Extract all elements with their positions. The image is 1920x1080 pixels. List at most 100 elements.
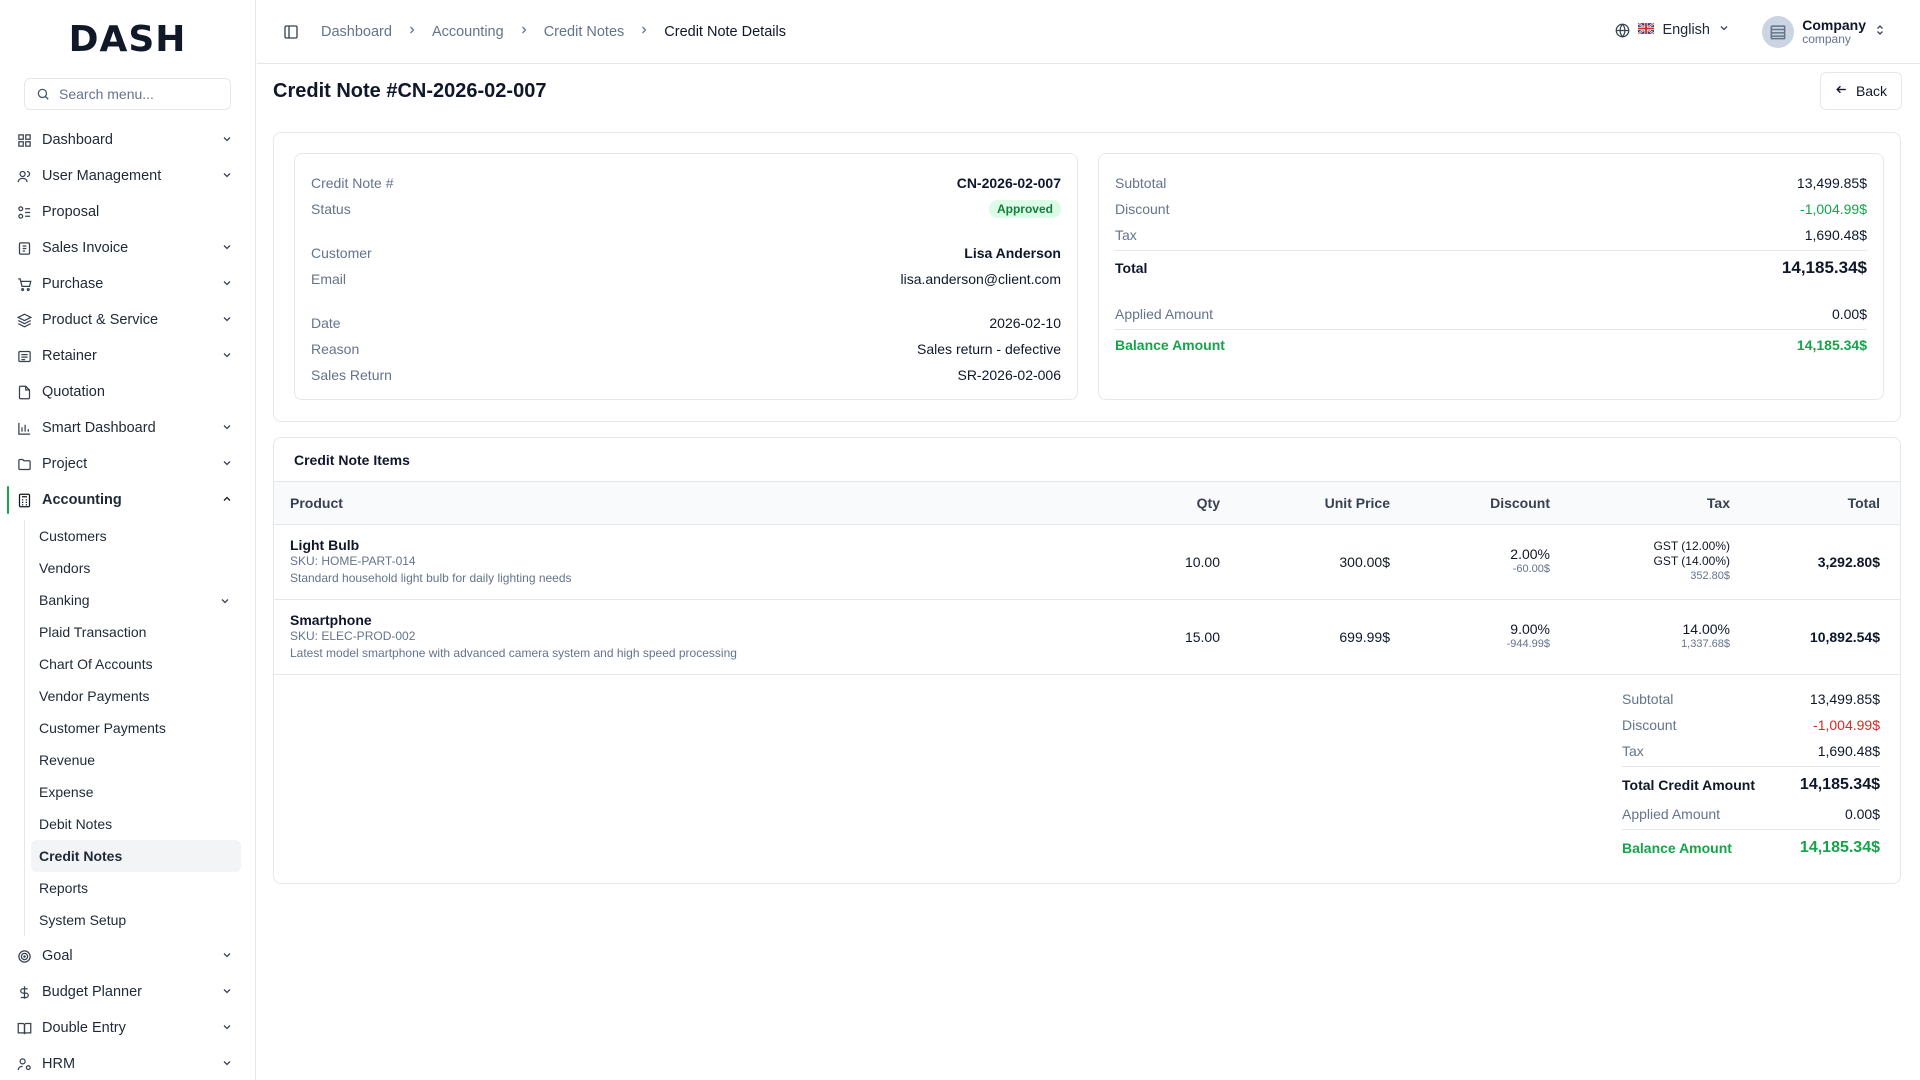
credit-note-reason: Sales return - defective xyxy=(917,341,1061,357)
sidebar-item-accounting[interactable]: Accounting xyxy=(7,482,241,518)
sidebar-item-smart-dashboard[interactable]: Smart Dashboard xyxy=(10,410,241,446)
qty-cell: 15.00 xyxy=(1184,628,1220,645)
sidebar-item-proposal[interactable]: Proposal xyxy=(10,194,241,230)
sidebar-item-label: Goal xyxy=(42,948,73,964)
chevron-down-icon[interactable] xyxy=(221,1057,233,1073)
summary-row: Total 14,185.34$ xyxy=(1115,253,1867,283)
sidebar-subitem-plaid-transaction[interactable]: Plaid Transaction xyxy=(31,616,241,648)
breadcrumb-dashboard[interactable]: Dashboard xyxy=(321,24,392,40)
user-name: Company xyxy=(1802,17,1866,33)
search-icon xyxy=(35,86,51,102)
totals-row: Balance Amount 14,185.34$ xyxy=(1622,832,1880,864)
chevron-down-icon[interactable] xyxy=(219,594,231,610)
sidebar: DASH Dashboard User Management Proposal … xyxy=(0,0,256,1080)
sidebar-subitem-expense[interactable]: Expense xyxy=(31,776,241,808)
detail-label: Reason xyxy=(311,341,360,357)
avatar xyxy=(1762,16,1795,48)
detail-row: Status Approved xyxy=(311,196,1061,222)
back-label: Back xyxy=(1855,83,1888,99)
discount-cell: 2.00% -60.00$ xyxy=(1410,524,1570,599)
product-cell: Smartphone SKU: ELEC-PROD-002 Latest mod… xyxy=(274,599,1080,674)
sidebar-toggle-icon[interactable] xyxy=(283,24,299,40)
detail-row: Customer Lisa Anderson xyxy=(311,240,1061,266)
chevron-down-icon[interactable] xyxy=(221,241,233,257)
detail-label: Email xyxy=(311,271,347,287)
sidebar-item-budget-planner[interactable]: Budget Planner xyxy=(10,974,241,1010)
sidebar-subitem-revenue[interactable]: Revenue xyxy=(31,744,241,776)
target-icon xyxy=(16,948,32,964)
chevron-down-icon[interactable] xyxy=(221,1021,233,1037)
sidebar-item-double-entry[interactable]: Double Entry xyxy=(10,1010,241,1046)
sidebar-item-goal[interactable]: Goal xyxy=(10,938,241,974)
chevron-up-icon[interactable] xyxy=(221,493,233,509)
layers-icon xyxy=(16,312,32,328)
sidebar-subitem-debit-notes[interactable]: Debit Notes xyxy=(31,808,241,840)
total-cell: 10,892.54$ xyxy=(1809,628,1880,645)
sidebar-item-purchase[interactable]: Purchase xyxy=(10,266,241,302)
search-input[interactable] xyxy=(59,86,229,102)
search-box[interactable] xyxy=(24,78,231,110)
unit-price-cell: 699.99$ xyxy=(1339,628,1390,645)
back-button[interactable]: Back xyxy=(1820,72,1902,110)
sidebar-item-hrm[interactable]: HRM xyxy=(10,1046,241,1080)
discount-cell: 9.00% -944.99$ xyxy=(1410,599,1570,674)
chevron-down-icon[interactable] xyxy=(221,277,233,293)
credit-note-items-card: Credit Note Items Product Qty Unit Price… xyxy=(273,437,1901,884)
sidebar-item-label: Dashboard xyxy=(42,132,113,148)
sidebar-subitem-vendor-payments[interactable]: Vendor Payments xyxy=(31,680,241,712)
invoice-icon xyxy=(16,240,32,256)
breadcrumb-accounting[interactable]: Accounting xyxy=(432,24,504,40)
breadcrumb-credit-notes[interactable]: Credit Notes xyxy=(544,24,625,40)
chevron-down-icon[interactable] xyxy=(221,133,233,149)
sidebar-subitem-chart-of-accounts[interactable]: Chart Of Accounts xyxy=(31,648,241,680)
sidebar-subitem-system-setup[interactable]: System Setup xyxy=(31,904,241,936)
chevron-down-icon[interactable] xyxy=(221,985,233,1001)
sidebar-item-project[interactable]: Project xyxy=(10,446,241,482)
arrow-left-icon xyxy=(1835,83,1848,99)
summary-label: Applied Amount xyxy=(1115,306,1214,322)
totals-applied: 0.00$ xyxy=(1844,806,1880,822)
sidebar-item-product-service[interactable]: Product & Service xyxy=(10,302,241,338)
totals-row: Discount -1,004.99$ xyxy=(1622,712,1880,738)
column-header: Total xyxy=(1847,494,1880,511)
chevron-down-icon[interactable] xyxy=(221,169,233,185)
sidebar-subitem-credit-notes[interactable]: Credit Notes xyxy=(31,840,241,872)
detail-row: Sales Return SR-2026-02-006 xyxy=(311,362,1061,388)
customer-name: Lisa Anderson xyxy=(964,245,1061,261)
sidebar-item-user-management[interactable]: User Management xyxy=(10,158,241,194)
sidebar-item-quotation[interactable]: Quotation xyxy=(10,374,241,410)
sidebar-item-sales-invoice[interactable]: Sales Invoice xyxy=(10,230,241,266)
sidebar-item-label: Accounting xyxy=(42,492,122,508)
totals-label: Tax xyxy=(1622,743,1644,759)
sidebar-subitem-vendors[interactable]: Vendors xyxy=(31,552,241,584)
sidebar-nav: Dashboard User Management Proposal Sales… xyxy=(0,122,255,1080)
summary-label: Tax xyxy=(1115,227,1137,243)
chevron-right-icon xyxy=(518,24,530,40)
credit-note-number: CN-2026-02-007 xyxy=(956,175,1061,191)
logo[interactable]: DASH xyxy=(0,0,255,78)
chevron-down-icon[interactable] xyxy=(221,457,233,473)
discount-amount: -944.99$ xyxy=(1506,638,1550,650)
sidebar-subitem-customer-payments[interactable]: Customer Payments xyxy=(31,712,241,744)
grid-icon xyxy=(16,132,32,148)
product-description: Latest model smartphone with advanced ca… xyxy=(290,645,737,660)
sidebar-subitem-customers[interactable]: Customers xyxy=(31,520,241,552)
tax-rate: GST (14.00%) xyxy=(1653,554,1730,568)
chevron-down-icon[interactable] xyxy=(221,949,233,965)
divider xyxy=(1622,766,1880,767)
sidebar-item-dashboard[interactable]: Dashboard xyxy=(10,122,241,158)
dollar-icon xyxy=(16,984,32,1000)
page-title: Credit Note #CN-2026-02-007 xyxy=(273,80,547,102)
user-menu[interactable]: Company company xyxy=(1762,16,1886,48)
column-header: Unit Price xyxy=(1324,494,1390,511)
chevron-down-icon[interactable] xyxy=(221,421,233,437)
user-cog-icon xyxy=(16,1056,32,1072)
summary-row: Discount -1,004.99$ xyxy=(1115,196,1867,222)
sidebar-subitem-banking[interactable]: Banking xyxy=(31,584,241,616)
sidebar-item-retainer[interactable]: Retainer xyxy=(10,338,241,374)
chevron-right-icon xyxy=(406,24,418,40)
chevron-down-icon[interactable] xyxy=(221,349,233,365)
sidebar-subitem-reports[interactable]: Reports xyxy=(31,872,241,904)
chevron-down-icon[interactable] xyxy=(221,313,233,329)
language-selector[interactable]: English xyxy=(1614,22,1730,38)
